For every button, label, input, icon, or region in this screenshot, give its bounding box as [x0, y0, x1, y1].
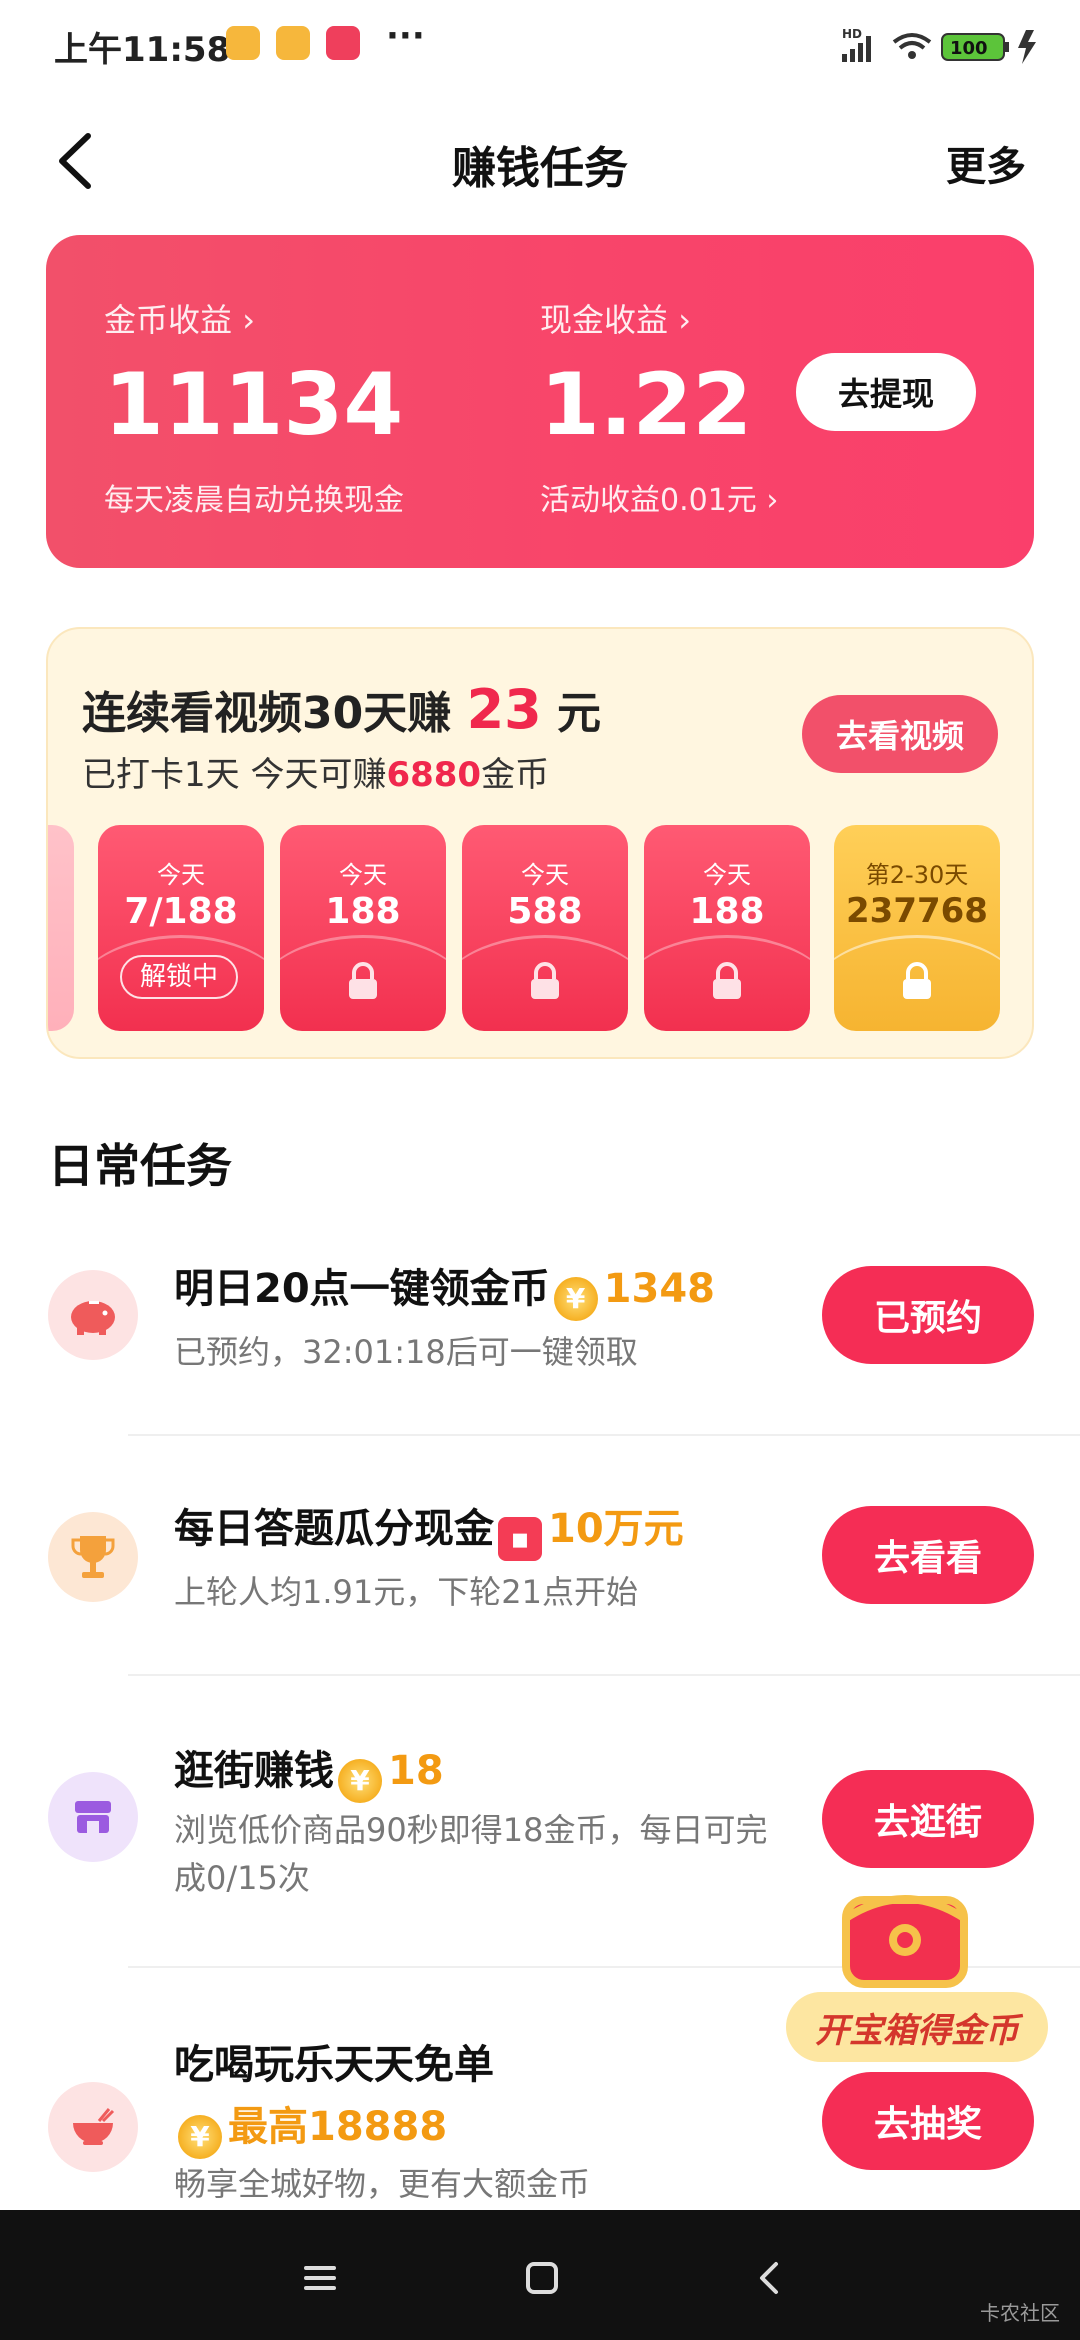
food-bowl-icon [48, 2082, 138, 2172]
task-title: 明日20点一键领金币 ¥1348 [174, 1256, 715, 1321]
lock-icon [531, 962, 559, 999]
task-reward: ¥ 最高18888 [174, 2094, 447, 2159]
status-time: 上午11:58 [54, 30, 231, 70]
signal-wifi-battery-icon: HD 100 [842, 27, 1036, 64]
divider [128, 1674, 1080, 1676]
coin-earnings-note: 每天凌晨自动兑换现金 [104, 483, 404, 518]
envelope-day[interactable]: 今天 188 [644, 825, 810, 1031]
treasure-label: 开宝箱得金币 [786, 1992, 1048, 2062]
envelope-later-days[interactable]: 第2-30天 237768 [834, 825, 1000, 1031]
coin-earnings-link[interactable]: 金币收益 › [104, 295, 255, 341]
withdraw-button[interactable]: 去提现 [796, 353, 976, 431]
notification-app-icon [276, 26, 310, 60]
coin-icon: ¥ [178, 2115, 222, 2159]
go-look-button[interactable]: 去看看 [822, 1506, 1034, 1604]
earnings-card: 金币收益 › 11134 每天凌晨自动兑换现金 现金收益 › 1.22 活动收益… [46, 235, 1034, 568]
home-square-icon [526, 2262, 558, 2294]
piggy-bank-icon [48, 1270, 138, 1360]
task-title: 吃喝玩乐天天免单 [174, 2042, 494, 2088]
chevron-right-icon: › [678, 301, 691, 339]
svg-text:100: 100 [950, 38, 988, 59]
coin-icon: ¥ [338, 1759, 382, 1803]
lock-icon [349, 962, 377, 999]
envelope-previous [48, 825, 74, 1031]
task-item: 每日答题瓜分现金 ▪ 10万元 上轮人均1.91元，下轮21点开始 去看看 [0, 1470, 1080, 1670]
reward-envelopes: 今天 7/188 解锁中 今天 188 今天 588 今天 188 第2-30天… [48, 825, 1032, 1035]
divider [128, 1434, 1080, 1436]
back-arrow-icon [760, 2262, 778, 2294]
lock-icon [903, 962, 931, 999]
trophy-icon [48, 1512, 138, 1602]
menu-button[interactable] [290, 2248, 350, 2308]
coin-earnings-value: 11134 [104, 355, 404, 455]
unlocking-badge: 解锁中 [120, 955, 238, 999]
activity-earnings-link[interactable]: 活动收益0.01元 › [540, 475, 778, 519]
go-shopping-button[interactable]: 去逛街 [822, 1770, 1034, 1868]
video-checkin-card: 连续看视频30天赚 23 元 已打卡1天 今天可赚6880金币 去看视频 今天 … [46, 627, 1034, 1059]
task-item: 明日20点一键领金币 ¥1348 已预约，32:01:18后可一键领取 已预约 [0, 1230, 1080, 1430]
shop-icon [48, 1772, 138, 1862]
treasure-chest-icon [842, 1895, 968, 1988]
task-title: 逛街赚钱 ¥18 [174, 1738, 444, 1803]
app-header: 赚钱任务 更多 [0, 110, 1080, 210]
coin-icon: ¥ [553, 1277, 598, 1321]
task-title: 每日答题瓜分现金 ▪ 10万元 [174, 1496, 684, 1561]
home-button[interactable] [512, 2248, 572, 2308]
task-description: 浏览低价商品90秒即得18金币，每日可完成0/15次 [174, 1811, 768, 1897]
task-description: 上轮人均1.91元，下轮21点开始 [174, 1573, 638, 1611]
menu-icon [304, 2266, 336, 2290]
envelope-day[interactable]: 今天 7/188 解锁中 [98, 825, 264, 1031]
red-envelope-icon: ▪ [498, 1517, 542, 1561]
task-description: 已预约，32:01:18后可一键领取 [174, 1333, 638, 1371]
notification-app-icon [226, 26, 260, 60]
reserved-button[interactable]: 已预约 [822, 1266, 1034, 1364]
status-icons: HD 100 [840, 24, 1050, 68]
chevron-right-icon: › [242, 301, 255, 339]
daily-tasks-heading: 日常任务 [48, 1139, 232, 1193]
more-button[interactable]: 更多 [946, 134, 1026, 192]
page-title: 赚钱任务 [452, 143, 628, 194]
svg-text:HD: HD [842, 27, 862, 41]
watch-video-button[interactable]: 去看视频 [802, 695, 998, 773]
status-bar: 上午11:58 ··· HD 100 [0, 0, 1080, 90]
watermark: 卡农社区 [980, 2301, 1060, 2325]
lock-icon [713, 962, 741, 999]
system-nav-bar: 卡农社区 [0, 2210, 1080, 2340]
cash-earnings-link[interactable]: 现金收益 › [540, 295, 691, 341]
envelope-day[interactable]: 今天 588 [462, 825, 628, 1031]
cash-earnings-value: 1.22 [540, 355, 753, 455]
treasure-chest-widget[interactable]: 开宝箱得金币 [786, 1862, 1048, 2062]
system-back-button[interactable] [740, 2248, 800, 2308]
lottery-button[interactable]: 去抽奖 [822, 2072, 1034, 2170]
more-notifications-icon: ··· [386, 16, 425, 56]
notification-app-icon [326, 26, 360, 60]
checkin-title: 连续看视频30天赚 23 元 [82, 678, 602, 741]
task-description: 畅享全城好物，更有大额金币 [174, 2165, 591, 2203]
envelope-day[interactable]: 今天 188 [280, 825, 446, 1031]
checkin-subtitle: 已打卡1天 今天可赚6880金币 [82, 755, 550, 795]
chevron-right-icon: › [766, 483, 779, 518]
